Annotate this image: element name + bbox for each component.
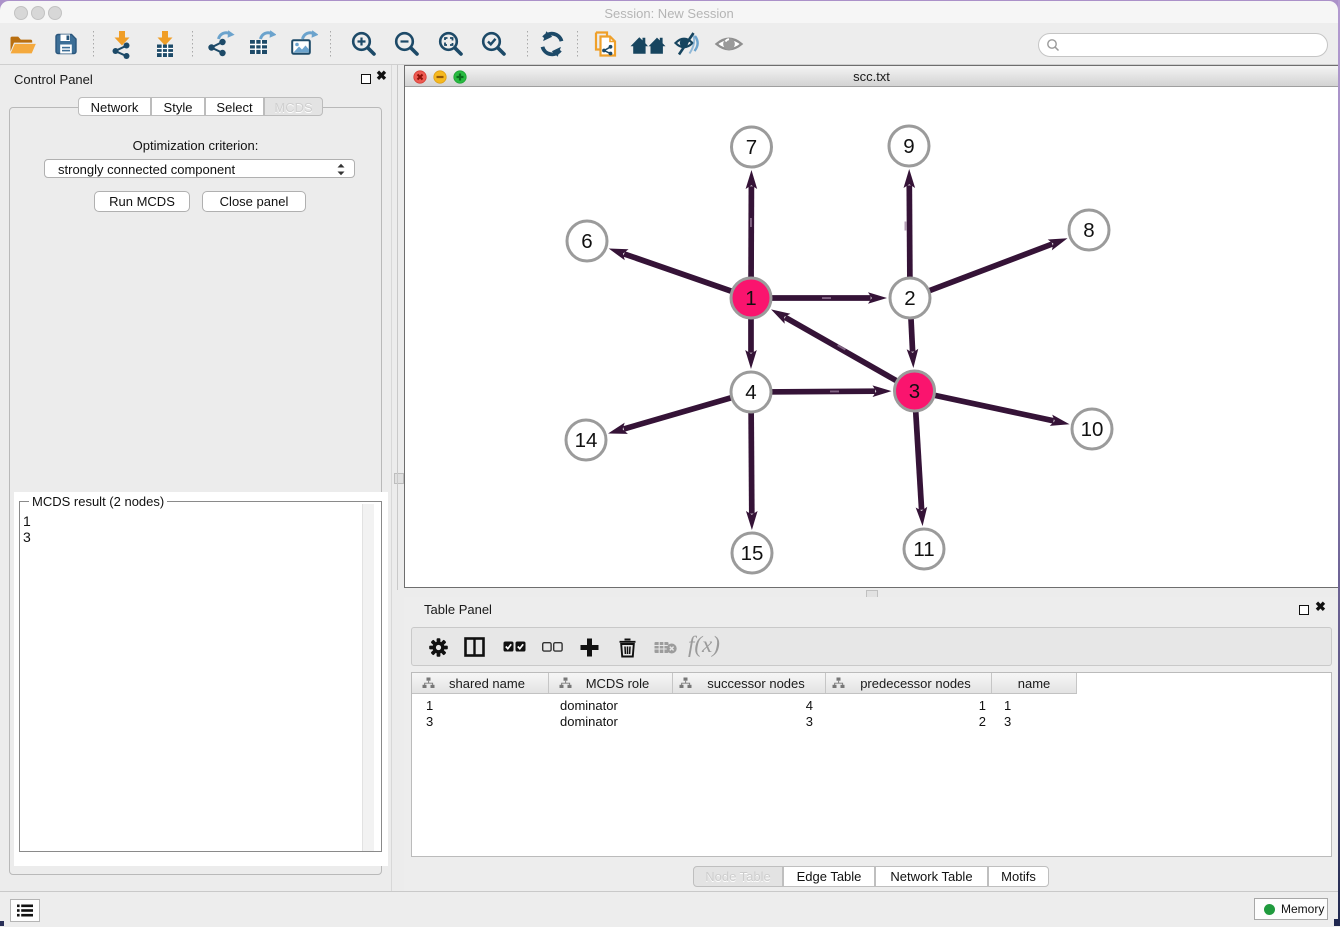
- svg-text:3: 3: [909, 380, 920, 403]
- svg-text:14: 14: [575, 429, 598, 452]
- svg-text:6: 6: [581, 230, 592, 253]
- svg-text:4: 4: [745, 381, 756, 404]
- svg-text:2: 2: [904, 287, 915, 310]
- svg-text:1: 1: [745, 287, 756, 310]
- svg-text:9: 9: [903, 135, 914, 158]
- svg-text:7: 7: [746, 136, 757, 159]
- svg-text:11: 11: [913, 538, 934, 561]
- svg-text:8: 8: [1083, 219, 1094, 242]
- svg-text:15: 15: [741, 542, 764, 565]
- svg-text:10: 10: [1081, 418, 1104, 441]
